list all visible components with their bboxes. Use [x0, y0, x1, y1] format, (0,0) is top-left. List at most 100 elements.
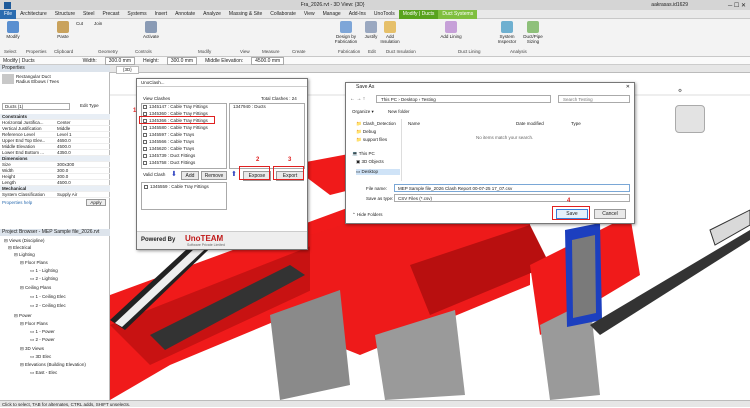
join-button[interactable]: Join [94, 21, 112, 26]
browser-item[interactable]: ⊟ Floor Plans [20, 260, 48, 266]
tab-manage[interactable]: Manage [319, 10, 345, 19]
tab-annotate[interactable]: Annotate [171, 10, 199, 19]
tab-duct-systems[interactable]: Duct Systems [438, 9, 478, 19]
col-type-header[interactable]: Type [571, 121, 581, 126]
edit-type-button[interactable]: Edit Type [80, 103, 99, 108]
browser-item[interactable]: ▭ 2 - Power [30, 337, 55, 343]
clash-row[interactable]: 1345147 : Cable Tray Fittings [143, 104, 223, 110]
browser-item[interactable]: ▭ 1 - Power [30, 329, 55, 335]
nav-item[interactable]: ▭ Desktop [356, 169, 400, 175]
remove-button[interactable]: Remove [201, 171, 227, 180]
valid-clash-row[interactable]: 1345559 : Cable Tray Fittings [144, 184, 224, 190]
user-name[interactable]: aakrasas.id1629 [651, 2, 688, 8]
browser-item[interactable]: ⊟ 3D Views [20, 346, 44, 352]
nav-arrows-icon[interactable]: ← → ↑ [350, 96, 365, 102]
window-controls[interactable]: ─ ☐ ✕ [728, 2, 746, 9]
cut-button[interactable]: Cut [76, 21, 94, 26]
address-bar[interactable]: This PC › Desktop › Testing [376, 95, 551, 103]
browser-item[interactable]: ▭ 1 - Lighting [30, 268, 58, 274]
width-field[interactable]: 300.0 mm [104, 56, 135, 65]
col-name-header[interactable]: Name [408, 121, 420, 126]
tab-systems[interactable]: Systems [123, 10, 150, 19]
offset-field[interactable]: 4500.0 mm [251, 56, 285, 65]
browser-item[interactable]: ⊟ Power [14, 313, 32, 319]
related-list[interactable]: 1347940 : Ducts [229, 103, 305, 169]
duct-pipe-sizing-button[interactable]: Duct/Pipe Sizing [520, 21, 546, 44]
tab-structure[interactable]: Structure [51, 10, 79, 19]
nav-item[interactable]: 📁 Clash_Detection [356, 121, 396, 127]
related-row[interactable]: 1347940 : Ducts [230, 104, 304, 110]
tab-modify-ducts[interactable]: Modify | Ducts [398, 9, 439, 19]
checkbox[interactable] [143, 154, 147, 158]
browser-item[interactable]: ▭ East - Elec [30, 370, 57, 376]
checkbox[interactable] [143, 126, 147, 130]
panel-fabrication: Fabrication [338, 49, 361, 54]
properties-help-link[interactable]: Properties help [2, 200, 32, 205]
browser-item[interactable]: ⊟ Electrical [8, 245, 31, 251]
activate-button[interactable]: Activate [140, 21, 162, 39]
col-date-header[interactable]: Date modified [516, 121, 544, 126]
arrow-up-icon[interactable]: ⬆ [231, 170, 237, 178]
checkbox[interactable] [143, 140, 147, 144]
checkbox[interactable] [143, 133, 147, 137]
design-by-fabrication-button[interactable]: Design by Fabrication [332, 21, 360, 44]
prop-row[interactable]: System Classification Supply Air [0, 192, 110, 198]
tab-view[interactable]: View [300, 10, 319, 19]
checkbox[interactable] [143, 161, 147, 165]
save-dialog-titlebar: Save As ✕ [346, 83, 634, 92]
arrow-down-icon[interactable]: ⬇ [171, 170, 177, 178]
tab-addins[interactable]: Add-Ins [345, 10, 370, 19]
browser-item[interactable]: ⊟ Views (Discipline) [4, 238, 44, 244]
tab-file[interactable]: File [0, 9, 17, 19]
checkbox[interactable] [143, 105, 147, 109]
browser-item[interactable]: ⊟ Ceiling Plans [20, 285, 51, 291]
new-folder-button[interactable]: New folder [388, 109, 410, 114]
nav-item[interactable]: ▣ 3D Objects [356, 159, 384, 165]
clash-row[interactable]: 1345620 : Cable Trays [143, 146, 223, 152]
tab-collaborate[interactable]: Collaborate [266, 10, 300, 19]
add-lining-button[interactable]: Add Lining [440, 21, 462, 39]
nav-item[interactable]: 💻 This PC [352, 151, 375, 157]
browser-item[interactable]: ▭ 1 - Ceiling Elec [30, 294, 66, 300]
browser-item[interactable]: ⊟ Lighting [14, 252, 35, 258]
clash-row[interactable]: 1345566 : Cable Trays [143, 139, 223, 145]
add-insulation-button[interactable]: Add Insulation [376, 21, 404, 44]
save-type-select[interactable]: CSV Files (*.csv) [394, 194, 630, 202]
hide-folders-toggle[interactable]: ⌃ Hide Folders [352, 212, 383, 218]
organize-menu[interactable]: Organize ▾ [352, 109, 374, 115]
browser-item[interactable]: ▭ 2 - Ceiling Elec [30, 303, 66, 309]
tab-massing[interactable]: Massing & Site [225, 10, 266, 19]
system-inspector-button[interactable]: System Inspector [494, 21, 520, 44]
nav-item[interactable]: 📁 Debug [356, 129, 376, 135]
browser-item[interactable]: ▭ 3D Elec [30, 354, 51, 360]
filename-input[interactable]: MEP Sample file_2026 Clash Report 00-07-… [394, 184, 630, 192]
browser-item[interactable]: ⊟ Floor Plans [20, 321, 48, 327]
tab-analyze[interactable]: Analyze [199, 10, 225, 19]
modify-button[interactable]: Modify [2, 21, 24, 39]
paste-button[interactable]: Paste [52, 21, 74, 39]
clash-row[interactable]: 1345580 : Cable Tray Fittings [143, 125, 223, 131]
valid-clash-list[interactable]: 1345559 : Cable Tray Fittings [141, 182, 227, 210]
nav-item[interactable]: 📁 support files [356, 137, 387, 143]
instance-selector[interactable]: Ducts (1) [2, 103, 70, 110]
tab-steel[interactable]: Steel [79, 10, 98, 19]
clash-row[interactable]: 1345758 : Duct Fittings [143, 160, 223, 166]
tab-architecture[interactable]: Architecture [16, 10, 51, 19]
tab-unotools[interactable]: UnoTools [370, 10, 399, 19]
clash-row[interactable]: 1345597 : Cable Trays [143, 132, 223, 138]
add-button[interactable]: Add [181, 171, 199, 180]
browser-item[interactable]: ⊟ Elevations (Building Elevation) [20, 362, 86, 368]
apply-button[interactable]: Apply [86, 199, 106, 206]
tab-insert[interactable]: Insert [151, 10, 172, 19]
clash-row[interactable]: 1345739 : Duct Fittings [143, 153, 223, 159]
view-tab-3d[interactable]: {3D} [116, 66, 139, 74]
cancel-button[interactable]: Cancel [594, 209, 626, 219]
height-field[interactable]: 300.0 mm [166, 56, 198, 65]
search-input[interactable]: Search Testing [558, 95, 630, 103]
close-icon[interactable]: ✕ [626, 83, 630, 92]
view-cube[interactable] [675, 105, 705, 133]
checkbox[interactable] [144, 185, 148, 189]
browser-item[interactable]: ▭ 2 - Lighting [30, 276, 58, 282]
tab-precast[interactable]: Precast [98, 10, 123, 19]
checkbox[interactable] [143, 147, 147, 151]
